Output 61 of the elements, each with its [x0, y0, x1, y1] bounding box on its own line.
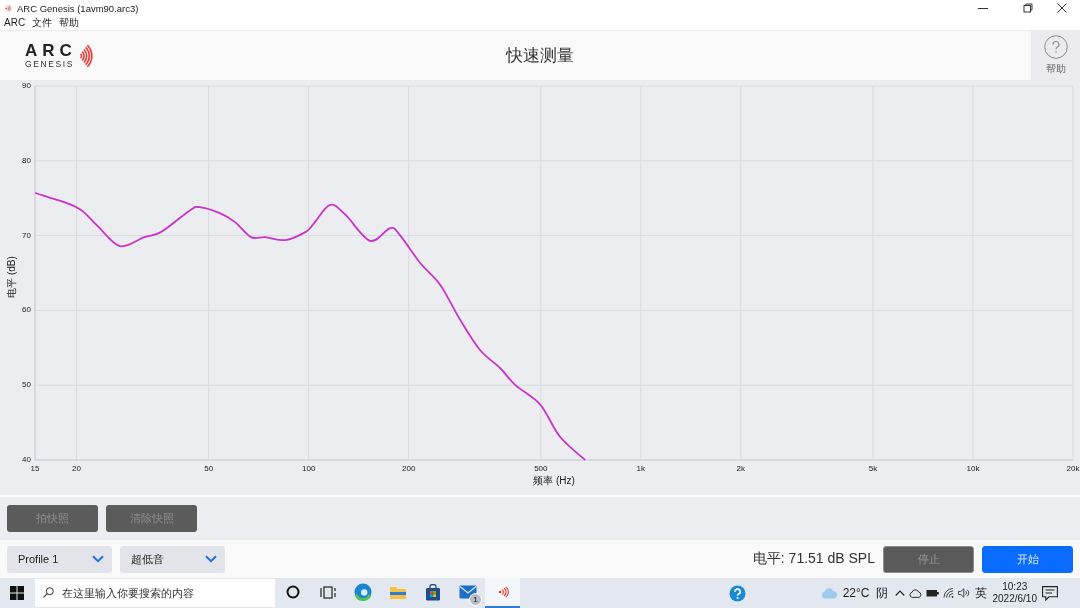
clock-time: 10:23: [1002, 581, 1028, 593]
cloud-icon[interactable]: [908, 588, 922, 598]
y-tick-label: 60: [22, 305, 31, 315]
logo-subtitle: GENESIS: [25, 58, 74, 69]
task-view-icon: [319, 585, 336, 599]
search-field[interactable]: 在这里输入你要搜索的内容: [35, 579, 275, 607]
chevron-up-icon[interactable]: [894, 590, 905, 596]
dropdown[interactable]: 超低音: [120, 545, 225, 573]
speaker-icon[interactable]: [957, 588, 970, 598]
y-tick-label: 90: [22, 81, 31, 90]
menu-item[interactable]: 帮助: [59, 17, 80, 29]
x-tick-label: 200: [402, 464, 416, 473]
x-axis-title: 频率 (Hz): [533, 475, 575, 486]
folder-icon: [388, 584, 407, 600]
help-button[interactable]: 帮助: [1031, 31, 1080, 80]
x-tick-label: 15: [30, 464, 40, 473]
chevron-down-icon: [205, 555, 217, 563]
logo-wordmark: ARC: [25, 42, 77, 58]
level-reading: 电平: 71.51 dB SPL: [752, 550, 875, 568]
weather-condition: 阴: [875, 584, 888, 602]
help-icon: [1043, 35, 1068, 59]
x-tick-label: 5k: [868, 464, 878, 473]
taskbar-button[interactable]: 1: [450, 578, 485, 608]
x-tick-label: 500: [534, 464, 548, 473]
windows-logo-icon[interactable]: [10, 586, 24, 600]
browser-icon: [353, 583, 372, 601]
x-tick-label: 100: [302, 464, 316, 473]
menu-item[interactable]: 文件: [32, 17, 53, 29]
start-button[interactable]: 开始: [982, 545, 1073, 573]
x-tick-label: 10k: [966, 464, 980, 473]
x-tick-label: 50: [204, 464, 214, 473]
restore-icon[interactable]: [1023, 3, 1033, 13]
battery-icon[interactable]: [925, 589, 939, 597]
y-axis-title: 电平 (dB): [6, 256, 17, 298]
window-title: ARC Genesis (1avm90.arc3): [17, 2, 139, 14]
x-tick-label: 20: [72, 464, 81, 473]
shopping-bag-icon: [424, 583, 441, 601]
x-tick-label: 20k: [1066, 464, 1080, 473]
y-tick-label: 50: [22, 380, 31, 390]
y-tick-label: 70: [22, 230, 31, 240]
notification-badge: 1: [469, 593, 482, 606]
notification-icon[interactable]: [1042, 585, 1058, 601]
clock-date: 2022/6/10: [992, 593, 1037, 605]
y-tick-label: 40: [22, 455, 31, 464]
page-title: 快速测量: [506, 45, 574, 67]
help-icon[interactable]: [728, 584, 746, 602]
search-icon: [43, 587, 54, 598]
menu-item[interactable]: ARC: [4, 17, 26, 29]
app-icon: [4, 3, 13, 13]
chevron-down-icon: [92, 555, 104, 563]
input-language-indicator[interactable]: 英: [974, 584, 987, 602]
envelope-icon: [458, 585, 477, 599]
close-icon[interactable]: [1057, 3, 1067, 13]
sound-waves-icon: [494, 584, 511, 600]
circle-icon: [285, 585, 300, 599]
x-tick-label: 2k: [736, 464, 746, 473]
y-tick-label: 80: [22, 155, 31, 165]
wifi-icon[interactable]: [942, 588, 954, 598]
dropdown[interactable]: Profile 1: [7, 545, 112, 573]
x-tick-label: 1k: [636, 464, 646, 473]
weather-temperature: 22°C: [842, 586, 870, 600]
